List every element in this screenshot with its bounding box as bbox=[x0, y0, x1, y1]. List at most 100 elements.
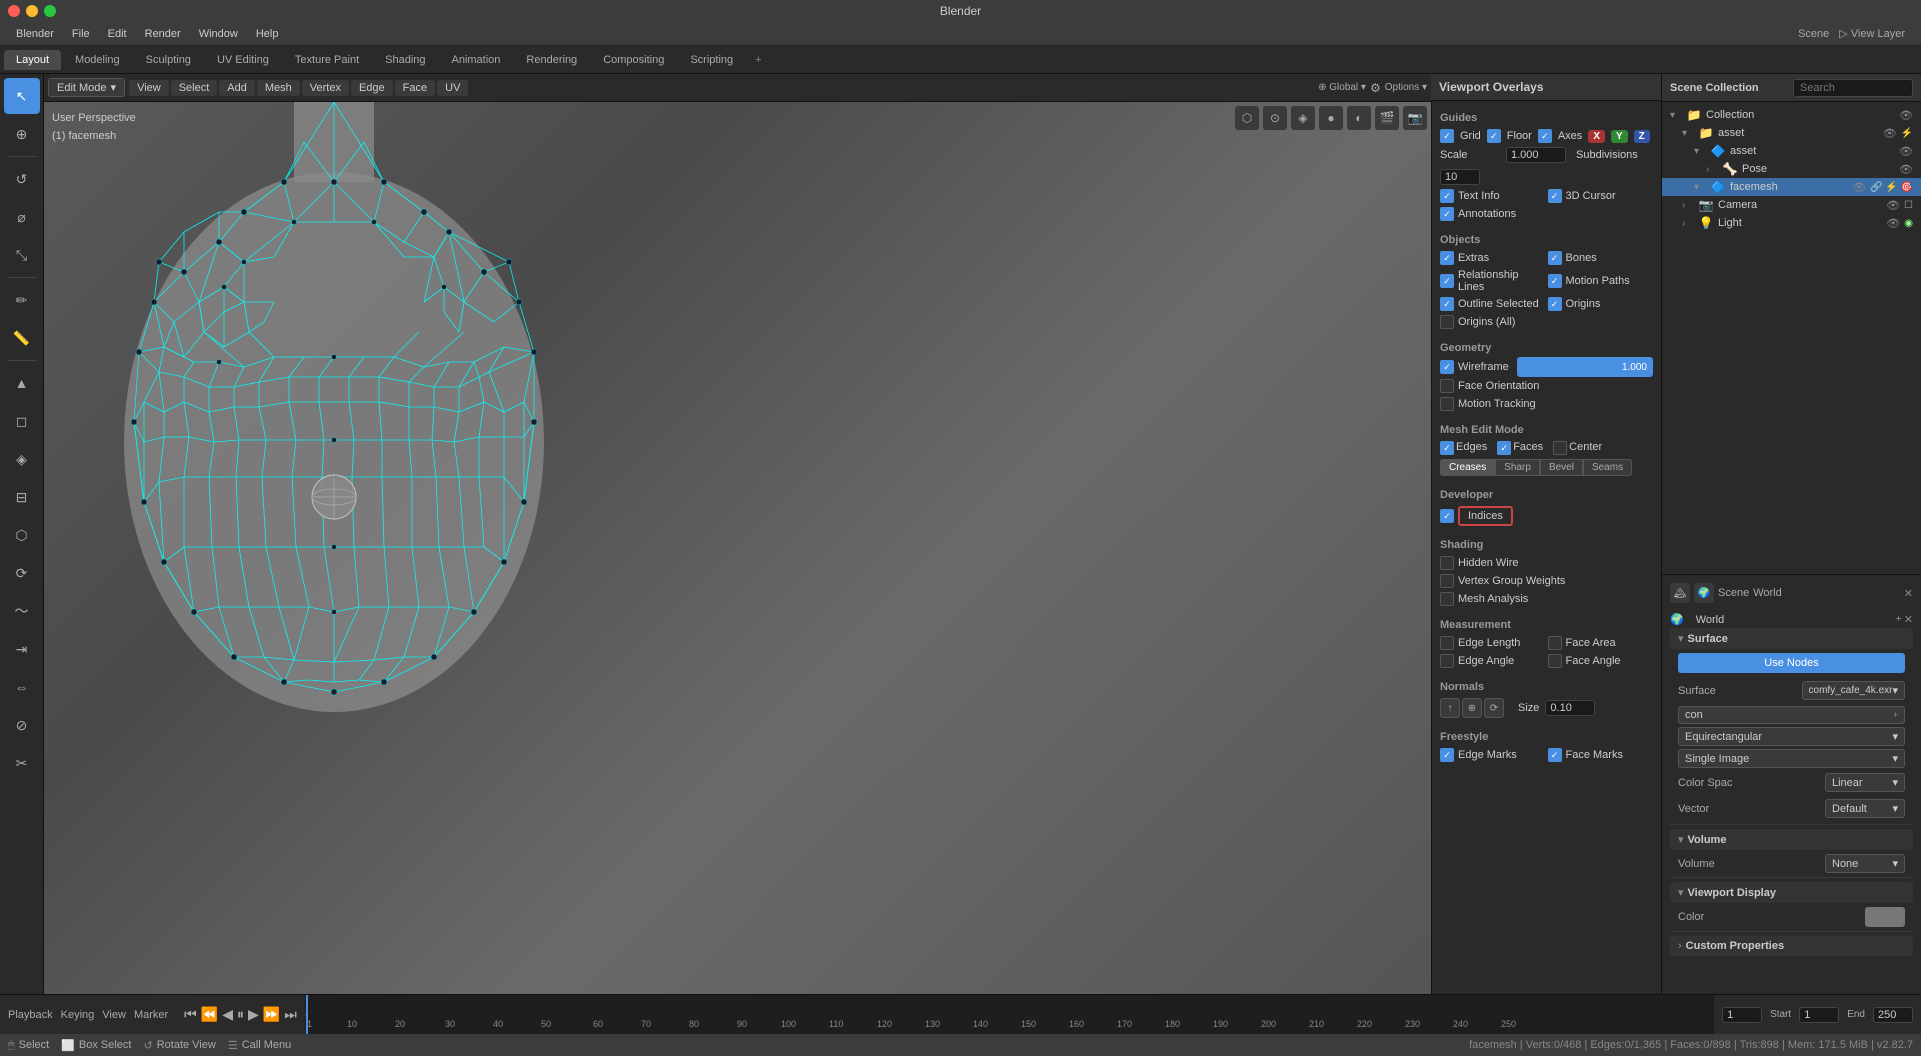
loop-normals-btn[interactable]: ⟳ bbox=[1484, 698, 1504, 718]
marker-menu[interactable]: Marker bbox=[134, 1009, 168, 1021]
viewport-display-header[interactable]: ▾ Viewport Display bbox=[1670, 882, 1913, 903]
motion-tracking-checkbox[interactable] bbox=[1440, 397, 1454, 411]
keying-menu[interactable]: Keying bbox=[61, 1009, 95, 1021]
bevel-tool[interactable]: ◈ bbox=[4, 441, 40, 477]
axis-y-button[interactable]: Y bbox=[1611, 130, 1628, 143]
face-normals-btn[interactable]: ⊕ bbox=[1462, 698, 1482, 718]
tab-compositing[interactable]: Compositing bbox=[591, 50, 676, 70]
asset-mesh-visibility[interactable]: 👁 bbox=[1899, 145, 1913, 158]
surface-section-header[interactable]: ▾ Surface bbox=[1670, 628, 1913, 649]
faces-checkbox[interactable] bbox=[1497, 441, 1511, 455]
face-area-checkbox[interactable] bbox=[1548, 636, 1562, 650]
camera-item[interactable]: › 📷 Camera 👁 ☐ bbox=[1662, 196, 1921, 214]
scene-tab[interactable]: 🏔 bbox=[1670, 583, 1690, 603]
minimize-button[interactable] bbox=[26, 5, 38, 17]
asset-parent-item[interactable]: ▾ 📁 asset 👁 ⚡ bbox=[1662, 124, 1921, 142]
bevel-tab[interactable]: Bevel bbox=[1540, 459, 1583, 476]
edges-checkbox[interactable] bbox=[1440, 441, 1454, 455]
poly-build-tool[interactable]: ⬡ bbox=[4, 517, 40, 553]
menu-help[interactable]: Help bbox=[248, 26, 287, 42]
viewport-render-mode[interactable]: 🎬 bbox=[1375, 106, 1399, 130]
move-tool[interactable]: ⊕ bbox=[4, 116, 40, 152]
indices-button[interactable]: Indices bbox=[1458, 506, 1513, 526]
current-frame-field[interactable] bbox=[1722, 1007, 1762, 1023]
close-button[interactable] bbox=[8, 5, 20, 17]
props-close-icon[interactable]: ✕ bbox=[1904, 587, 1913, 600]
edge-length-checkbox[interactable] bbox=[1440, 636, 1454, 650]
edit-mode-dropdown[interactable]: Edit Mode ▾ bbox=[48, 78, 125, 97]
origins-all-checkbox[interactable] bbox=[1440, 315, 1454, 329]
tab-rendering[interactable]: Rendering bbox=[514, 50, 589, 70]
end-frame-field[interactable] bbox=[1873, 1007, 1913, 1023]
viewport-camera-icon[interactable]: 📷 bbox=[1403, 106, 1427, 130]
single-image-dropdown[interactable]: Single Image ▾ bbox=[1678, 749, 1905, 768]
asset-mesh-item[interactable]: ▾ 🔷 asset 👁 bbox=[1662, 142, 1921, 160]
seams-tab[interactable]: Seams bbox=[1583, 459, 1632, 476]
rotate-view-tool[interactable]: ↺ bbox=[4, 161, 40, 197]
3d-viewport[interactable]: User Perspective (1) facemesh ⬡ ⊙ ◈ ● ◐ … bbox=[44, 102, 1431, 994]
uv-menu[interactable]: UV bbox=[437, 80, 468, 96]
annotations-checkbox[interactable] bbox=[1440, 207, 1454, 221]
equirectangular-dropdown[interactable]: Equirectangular ▾ bbox=[1678, 727, 1905, 746]
transform-options[interactable]: ⚙ bbox=[1370, 81, 1381, 95]
add-menu[interactable]: Add bbox=[219, 80, 255, 96]
viewport-xray-toggle[interactable]: ◈ bbox=[1291, 106, 1315, 130]
viewport-material-mode[interactable]: ◐ bbox=[1347, 106, 1371, 130]
axis-z-button[interactable]: Z bbox=[1634, 130, 1650, 143]
pose-item[interactable]: › 🦴 Pose 👁 bbox=[1662, 160, 1921, 178]
select-menu[interactable]: Select bbox=[171, 80, 218, 96]
menu-window[interactable]: Window bbox=[191, 26, 246, 42]
relationship-lines-checkbox[interactable] bbox=[1440, 274, 1454, 288]
new-world-icon[interactable]: + bbox=[1895, 613, 1901, 626]
shear-tool[interactable]: ⊘ bbox=[4, 707, 40, 743]
prev-keyframe-button[interactable]: ⏪ bbox=[201, 1006, 218, 1023]
tab-animation[interactable]: Animation bbox=[440, 50, 513, 70]
loop-cut-tool[interactable]: ⊟ bbox=[4, 479, 40, 515]
face-menu[interactable]: Face bbox=[395, 80, 435, 96]
collection-item[interactable]: ▾ 📁 Collection 👁 bbox=[1662, 106, 1921, 124]
use-nodes-button[interactable]: Use Nodes bbox=[1678, 653, 1905, 673]
asset-visibility-icon[interactable]: 👁 bbox=[1883, 127, 1897, 140]
scale-tool[interactable]: ⤡ bbox=[4, 237, 40, 273]
maximize-button[interactable] bbox=[44, 5, 56, 17]
text-info-checkbox[interactable] bbox=[1440, 189, 1454, 203]
edge-marks-checkbox[interactable] bbox=[1440, 748, 1454, 762]
wireframe-checkbox[interactable] bbox=[1440, 360, 1454, 374]
world-tab[interactable]: 🌍 bbox=[1694, 583, 1714, 603]
axes-checkbox[interactable] bbox=[1538, 129, 1552, 143]
jump-to-start-button[interactable]: ⏮ bbox=[184, 1006, 197, 1023]
edge-slide-tool[interactable]: ⇥ bbox=[4, 631, 40, 667]
start-frame-field[interactable] bbox=[1799, 1007, 1839, 1023]
mesh-analysis-checkbox[interactable] bbox=[1440, 592, 1454, 606]
playback-menu[interactable]: Playback bbox=[8, 1009, 53, 1021]
tab-scripting[interactable]: Scripting bbox=[678, 50, 745, 70]
view-menu[interactable]: View bbox=[102, 1009, 126, 1021]
volume-dropdown[interactable]: None ▾ bbox=[1825, 854, 1905, 873]
traffic-lights[interactable] bbox=[8, 5, 56, 17]
cursor-tool[interactable]: ↖ bbox=[4, 78, 40, 114]
collection-visibility-icon[interactable]: 👁 bbox=[1899, 109, 1913, 122]
collection-search[interactable] bbox=[1793, 79, 1913, 97]
3d-cursor-checkbox[interactable] bbox=[1548, 189, 1562, 203]
viewport-solid-mode[interactable]: ● bbox=[1319, 106, 1343, 130]
color-space-dropdown[interactable]: Linear ▾ bbox=[1825, 773, 1905, 792]
face-angle-checkbox[interactable] bbox=[1548, 654, 1562, 668]
smooth-tool[interactable]: 〜 bbox=[4, 593, 40, 629]
grid-checkbox[interactable] bbox=[1440, 129, 1454, 143]
viewport-overlay-toggle[interactable]: ⊙ bbox=[1263, 106, 1287, 130]
volume-section-header[interactable]: ▾ Volume bbox=[1670, 829, 1913, 850]
inset-tool[interactable]: ◻ bbox=[4, 403, 40, 439]
vector-dropdown[interactable]: Default ▾ bbox=[1825, 799, 1905, 818]
extras-checkbox[interactable] bbox=[1440, 251, 1454, 265]
rip-tool[interactable]: ✂ bbox=[4, 745, 40, 781]
measure-tool[interactable]: 📏 bbox=[4, 320, 40, 356]
annotate-tool[interactable]: ✏ bbox=[4, 282, 40, 318]
tab-modeling[interactable]: Modeling bbox=[63, 50, 132, 70]
edge-menu[interactable]: Edge bbox=[351, 80, 393, 96]
facemesh-item[interactable]: ▾ 🔷 facemesh 👁 🔗 ⚡ 🎯 bbox=[1662, 178, 1921, 196]
shrink-tool[interactable]: ⇔ bbox=[4, 669, 40, 705]
surface-dropdown[interactable]: comfy_cafe_4k.exr ▾ bbox=[1802, 681, 1905, 700]
linear-dropdown-1[interactable]: con + bbox=[1678, 706, 1905, 724]
menu-file[interactable]: File bbox=[64, 26, 98, 42]
play-backward-button[interactable]: ◀ bbox=[222, 1006, 233, 1023]
